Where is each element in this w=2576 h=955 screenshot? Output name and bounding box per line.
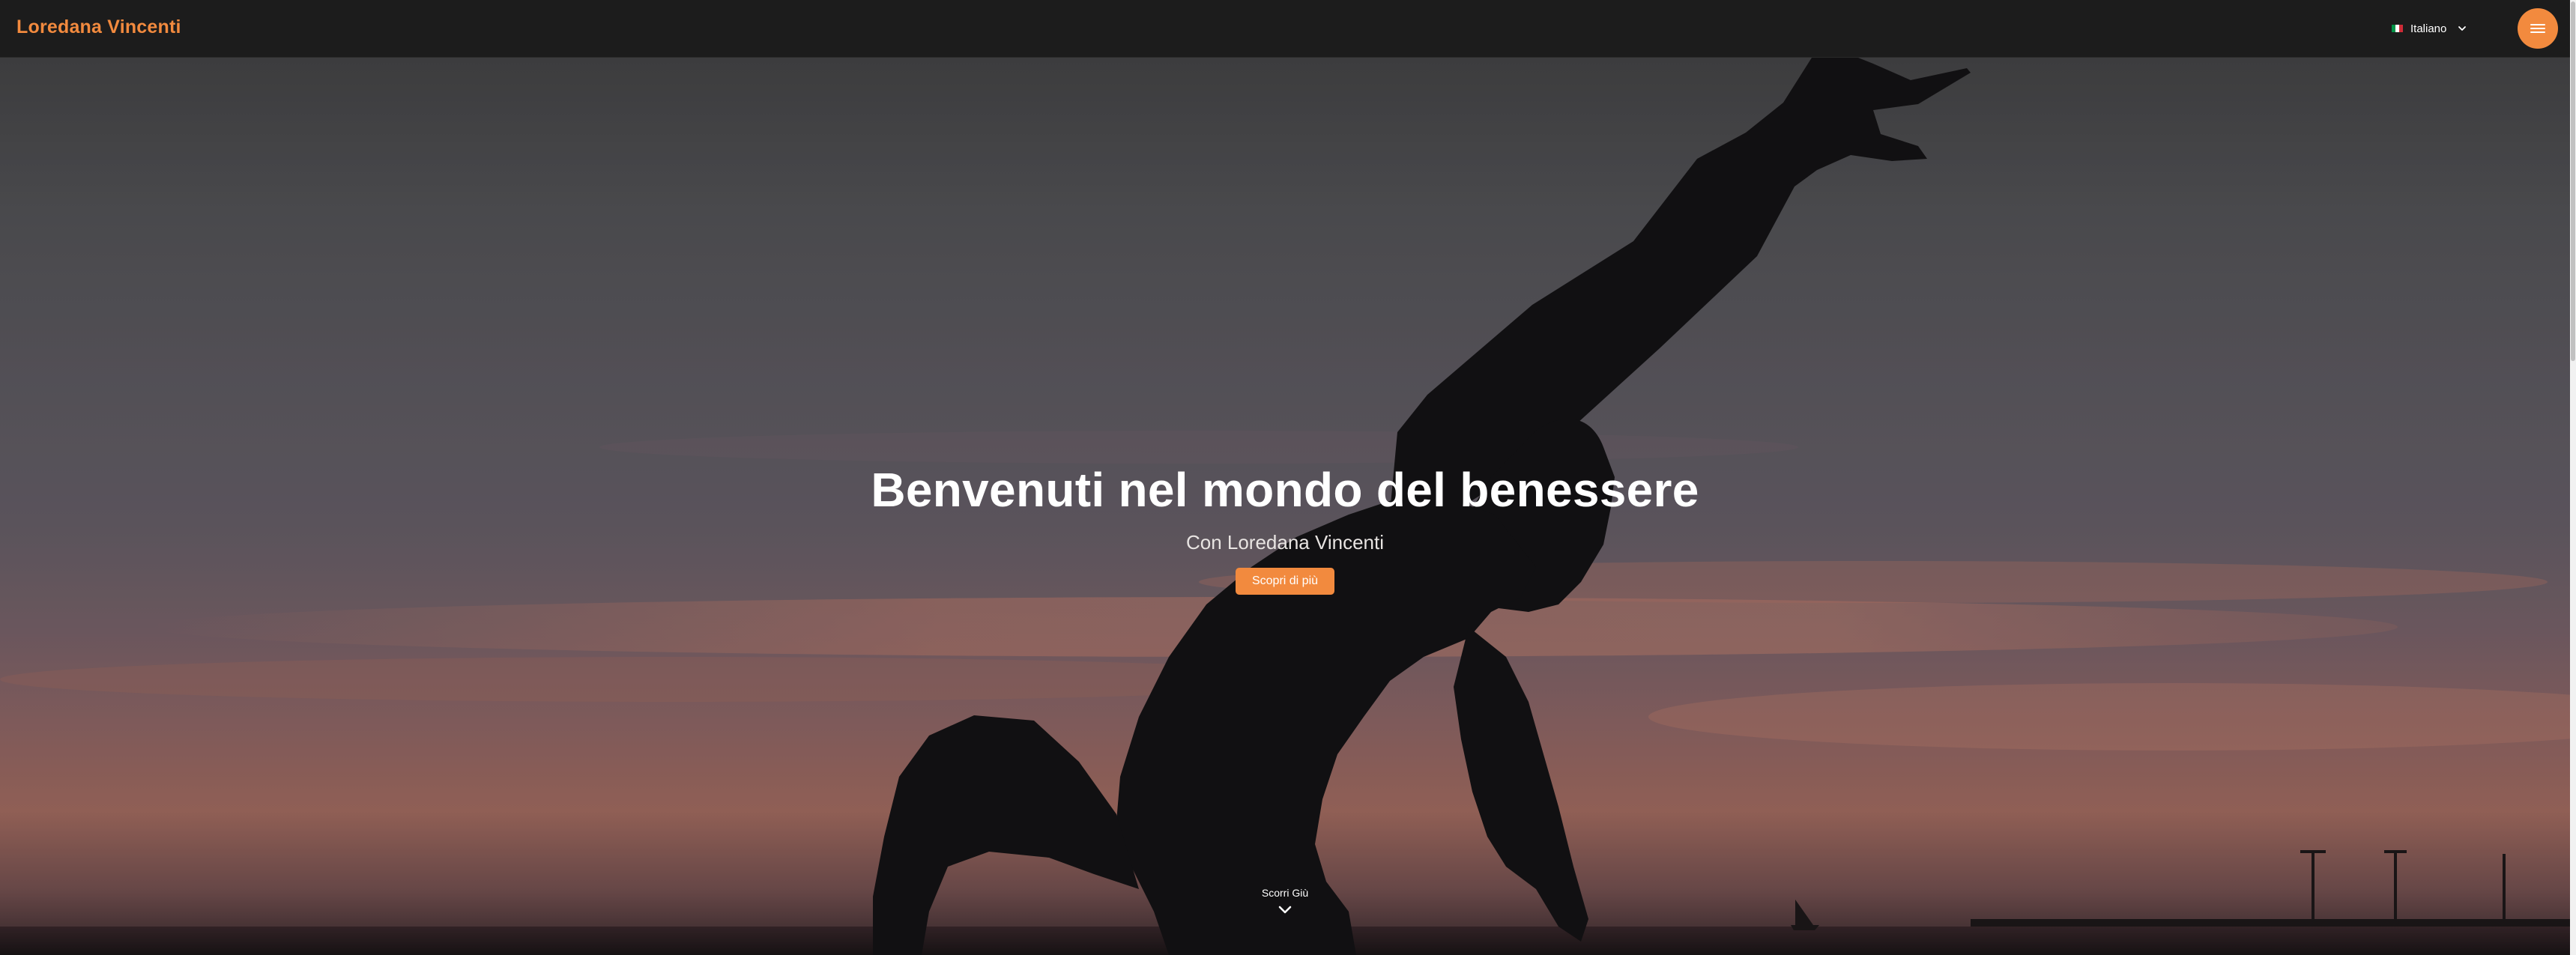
hero-content: Benvenuti nel mondo del benessere Con Lo… bbox=[0, 462, 2570, 595]
brand-logo-link[interactable]: Loredana Vincenti bbox=[16, 16, 181, 38]
scroll-down-label: Scorri Giù bbox=[1261, 887, 1309, 899]
italian-flag-icon bbox=[2392, 25, 2403, 32]
scrollbar-thumb[interactable] bbox=[2571, 1, 2575, 361]
hamburger-icon bbox=[2530, 24, 2545, 33]
page: Loredana Vincenti Italiano Benvenuti nel… bbox=[0, 0, 2576, 955]
discover-more-button[interactable]: Scopri di più bbox=[1235, 568, 1335, 595]
language-label: Italiano bbox=[2410, 22, 2447, 35]
hero-subtitle: Con Loredana Vincenti bbox=[1185, 531, 1385, 554]
chevron-down-icon bbox=[2458, 26, 2467, 31]
page-scrollbar[interactable] bbox=[2570, 0, 2576, 955]
scroll-down-link[interactable]: Scorri Giù bbox=[0, 887, 2570, 915]
hero-title: Benvenuti nel mondo del benessere bbox=[871, 463, 1699, 517]
language-selector[interactable]: Italiano bbox=[2392, 19, 2467, 37]
top-navbar: Loredana Vincenti Italiano bbox=[0, 0, 2576, 58]
hero-section: Benvenuti nel mondo del benessere Con Lo… bbox=[0, 58, 2570, 955]
chevron-down-icon bbox=[1278, 906, 1292, 914]
menu-button[interactable] bbox=[2518, 8, 2558, 49]
